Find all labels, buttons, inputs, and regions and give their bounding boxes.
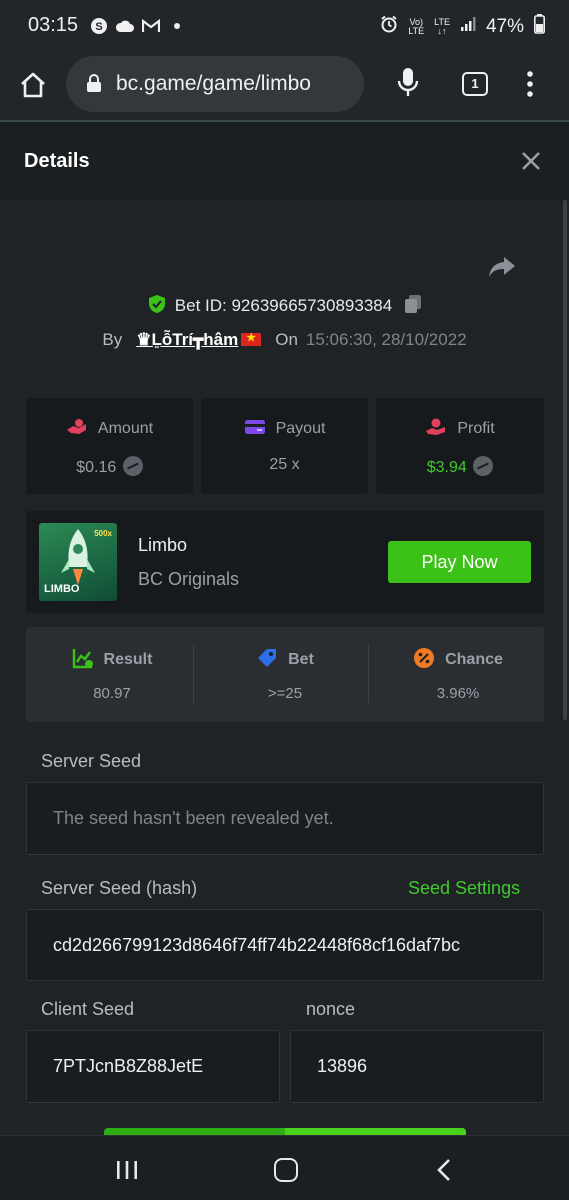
lock-icon: [86, 73, 102, 93]
bet-meta-row: By ♛L͍ỗTrí┳hâm On 15:06:30, 28/10/2022: [0, 330, 569, 350]
game-name: Limbo: [138, 535, 188, 555]
microphone-icon[interactable]: [396, 66, 420, 98]
result-chart-icon: [72, 647, 94, 669]
result-panel: Result 80.97 Bet >=25 Chance 3.96%: [26, 627, 544, 722]
recents-icon[interactable]: [116, 1160, 138, 1180]
result-column: Result 80.97: [26, 627, 198, 722]
bet-value: >=25: [267, 685, 303, 702]
nonce-field[interactable]: 13896: [290, 1030, 544, 1103]
address-bar[interactable]: bc.game/game/limbo: [66, 56, 364, 112]
profit-value: $3.94: [426, 459, 467, 476]
lte-indicator: LTE ↓↑: [434, 17, 450, 36]
on-label: On: [275, 330, 298, 349]
bet-timestamp: 15:06:30, 28/10/2022: [305, 330, 467, 349]
browser-toolbar: bc.game/game/limbo 1: [0, 52, 569, 122]
chance-column: Chance 3.96%: [372, 627, 544, 722]
amount-hand-icon: [66, 418, 88, 436]
amount-card: Amount $0.16: [26, 398, 193, 494]
client-seed-field[interactable]: 7PTJcnB8Z88JetE: [26, 1030, 280, 1103]
payout-card-icon: [244, 418, 266, 436]
modal-title: Details: [24, 150, 90, 172]
cloud-icon: [116, 17, 134, 35]
back-icon[interactable]: [436, 1158, 452, 1182]
server-hash-value: cd2d266799123d8646f74ff74b22448f68cf16da…: [53, 935, 461, 955]
status-bar: 03:15 S Vo) LTE LTE ↓↑ 47%: [0, 0, 569, 52]
status-time: 03:15: [28, 14, 79, 36]
modal-header: Details: [0, 124, 569, 200]
url-text: bc.game/game/limbo: [116, 72, 311, 95]
chance-label: Chance: [445, 651, 503, 668]
system-nav-bar: [0, 1135, 569, 1200]
result-value: 80.97: [93, 685, 131, 702]
status-right: Vo) LTE LTE ↓↑ 47%: [380, 14, 545, 40]
amount-value: $0.16: [76, 459, 117, 476]
bet-ticket-icon: [256, 647, 278, 669]
client-seed-value: 7PTJcnB8Z88JetE: [53, 1056, 204, 1076]
skype-icon: S: [90, 17, 108, 35]
volte-indicator: Vo) LTE: [408, 17, 425, 36]
signal-icon: [460, 16, 476, 38]
browser-home-icon[interactable]: [18, 70, 48, 100]
amount-label: Amount: [97, 420, 154, 437]
notification-icons: S: [90, 17, 186, 35]
divider: [368, 645, 369, 703]
battery-icon: [534, 14, 545, 40]
home-icon[interactable]: [274, 1158, 298, 1182]
limbo-game-thumbnail[interactable]: LIMBO 500x: [39, 523, 117, 601]
server-hash-label: Server Seed (hash): [41, 878, 198, 898]
chance-percent-icon: [413, 647, 435, 669]
battery-percent: 47%: [485, 16, 524, 37]
game-provider: BC Originals: [138, 569, 240, 589]
game-card: LIMBO 500x Limbo BC Originals Play Now: [26, 511, 544, 613]
vietnam-flag-icon: [241, 331, 262, 346]
server-seed-label: Server Seed: [41, 751, 142, 771]
server-seed-value: The seed hasn't been revealed yet.: [53, 808, 334, 828]
alarm-icon: [380, 15, 398, 39]
thumb-text: LIMBO: [44, 583, 80, 595]
copy-icon[interactable]: [404, 294, 422, 314]
username-link[interactable]: ♛L͍ỗTrí┳hâm: [136, 330, 262, 349]
tab-switcher-button[interactable]: 1: [462, 72, 488, 96]
scrollbar[interactable]: [563, 200, 567, 720]
svg-text:S: S: [95, 21, 102, 33]
thumb-badge: 500x: [94, 529, 112, 538]
currency-coin-icon: [122, 456, 143, 476]
chance-value: 3.96%: [436, 685, 480, 702]
more-notifications-dot-icon: [168, 17, 186, 35]
play-now-button[interactable]: Play Now: [388, 541, 531, 583]
nonce-value: 13896: [317, 1056, 368, 1076]
profit-label: Profit: [457, 420, 495, 437]
bet-label: Bet: [288, 651, 314, 668]
profit-hand-icon: [425, 418, 447, 436]
payout-value: 25 x: [269, 456, 300, 473]
share-icon[interactable]: [488, 255, 516, 279]
by-label: By: [102, 330, 123, 349]
nonce-label: nonce: [306, 999, 356, 1019]
payout-label: Payout: [275, 420, 326, 437]
divider: [193, 645, 194, 703]
server-seed-field[interactable]: The seed hasn't been revealed yet.: [26, 782, 544, 855]
close-icon[interactable]: [520, 150, 542, 172]
result-label: Result: [103, 651, 153, 668]
more-menu-icon[interactable]: [522, 70, 538, 98]
verified-shield-icon: [147, 294, 167, 314]
bet-column: Bet >=25: [199, 627, 371, 722]
bet-id: Bet ID: 92639665730893384: [174, 296, 393, 315]
server-hash-field[interactable]: cd2d266799123d8646f74ff74b22448f68cf16da…: [26, 909, 544, 981]
bet-id-row: Bet ID: 92639665730893384: [0, 294, 569, 316]
currency-coin-icon: [473, 456, 494, 476]
profit-card: Profit $3.94: [376, 398, 544, 494]
payout-card: Payout 25 x: [201, 398, 368, 494]
gmail-icon: [142, 17, 160, 35]
seed-settings-link[interactable]: Seed Settings: [408, 878, 520, 899]
client-seed-label: Client Seed: [41, 999, 135, 1019]
